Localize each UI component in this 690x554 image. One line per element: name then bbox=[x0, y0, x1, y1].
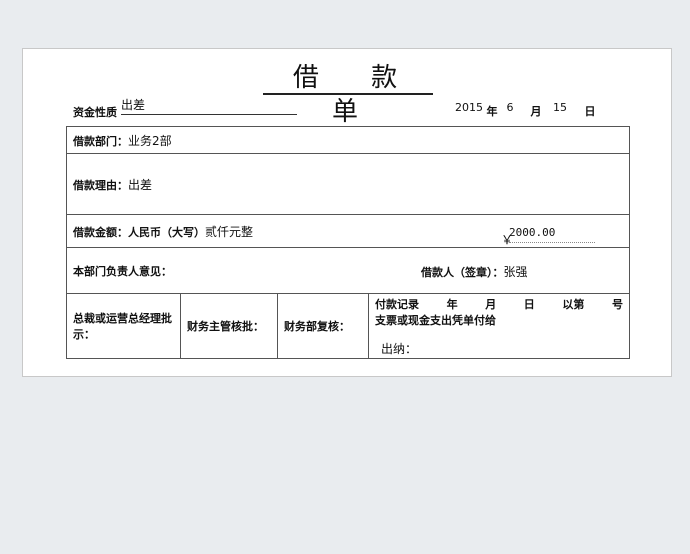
amount-words-field[interactable]: 贰仟元整 bbox=[205, 225, 253, 239]
cashier-label: 出纳： bbox=[381, 341, 418, 356]
rmb-label: 人民币（大写） bbox=[128, 225, 205, 239]
date-day-label: 日 bbox=[584, 105, 596, 118]
approval-row: 总裁或运营总经理批示： 财务主管核批： 财务部复核： 付款记录 年 月 日 以第… bbox=[66, 293, 631, 359]
fund-nature-field[interactable]: 出差 bbox=[121, 98, 297, 115]
finance-review-label: 财务部复核： bbox=[284, 320, 350, 333]
borrower-field[interactable]: 张强 bbox=[504, 265, 528, 279]
reason-row: 借款理由：出差 bbox=[65, 153, 631, 215]
date-day[interactable]: 15 bbox=[545, 101, 575, 114]
payment-day-label: 日 bbox=[523, 297, 535, 311]
amount-number-field[interactable]: 2000.00 bbox=[509, 226, 595, 243]
payment-line2: 支票或现金支出凭单付给 bbox=[375, 313, 496, 327]
dept-row: 借款部门：业务2部 bbox=[65, 126, 631, 154]
payment-serial-prefix: 以第 bbox=[562, 297, 585, 311]
payment-serial-suffix: 号 bbox=[611, 297, 623, 311]
loan-form-table: 借款部门：业务2部 借款理由：出差 借款金额：人民币（大写）贰仟元整 ￥ 200… bbox=[65, 126, 631, 359]
payment-year-label: 年 bbox=[446, 297, 458, 311]
dept-label: 借款部门： bbox=[73, 134, 128, 148]
payment-month-label: 月 bbox=[485, 297, 497, 311]
date-year[interactable]: 2015 bbox=[455, 101, 483, 114]
reason-label: 借款理由： bbox=[73, 178, 128, 192]
form-date: 2015 年 6 月 15 日 bbox=[455, 99, 596, 118]
dept-field[interactable]: 业务2部 bbox=[128, 134, 172, 148]
amount-label: 借款金额： bbox=[73, 225, 128, 239]
date-month[interactable]: 6 bbox=[501, 101, 519, 114]
finance-head-approval-label: 财务主管核批： bbox=[187, 320, 264, 333]
amount-row: 借款金额：人民币（大写）贰仟元整 ￥ 2000.00 bbox=[65, 214, 631, 248]
opinion-row: 本部门负责人意见： 借款人（签章）：张强 bbox=[65, 247, 631, 294]
date-year-label: 年 bbox=[486, 105, 498, 118]
form-title: 借 款 单 bbox=[263, 61, 433, 127]
loan-form-sheet: 借 款 单 资金性质 出差 2015 年 6 月 15 日 借款部门：业务2部 … bbox=[22, 48, 672, 377]
date-month-label: 月 bbox=[530, 105, 542, 118]
dept-head-opinion-label: 本部门负责人意见： bbox=[73, 264, 172, 278]
ceo-approval-label: 总裁或运营总经理批示： bbox=[73, 312, 172, 341]
payment-record-line: 付款记录 年 月 日 以第 号 bbox=[375, 296, 623, 312]
payment-record-label: 付款记录 bbox=[375, 297, 419, 311]
fund-nature-label: 资金性质 bbox=[73, 106, 117, 119]
borrower-label: 借款人（签章）： bbox=[421, 265, 504, 279]
reason-field[interactable]: 出差 bbox=[128, 178, 152, 192]
